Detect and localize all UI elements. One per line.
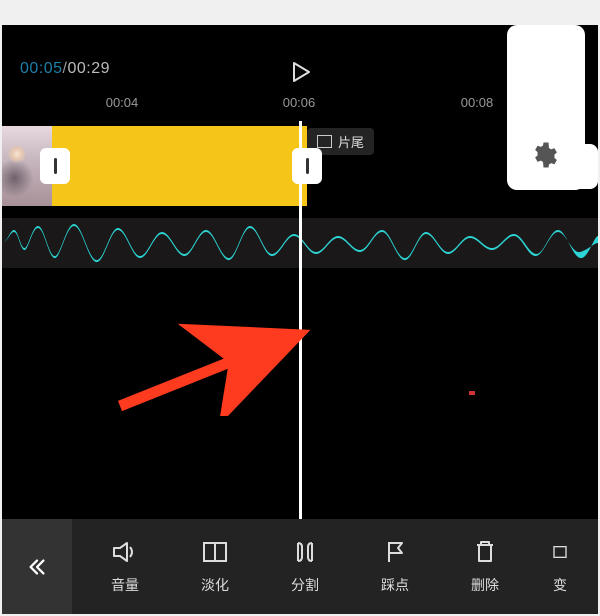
ending-label: 片尾 [338, 132, 364, 151]
flag-icon [380, 539, 410, 565]
play-icon [288, 60, 312, 84]
change-button[interactable]: 变 [545, 539, 575, 595]
time-display: 00:05/00:29 [20, 60, 110, 78]
playhead[interactable] [299, 121, 302, 519]
change-icon [545, 539, 575, 565]
split-icon [290, 539, 320, 565]
back-button[interactable] [2, 519, 72, 614]
chevron-left-double-icon [26, 556, 48, 578]
ruler-tick: 00:06 [283, 95, 316, 110]
marker-dot [469, 391, 475, 395]
total-time: 00:29 [68, 60, 111, 77]
tool-label: 淡化 [201, 575, 229, 595]
current-time: 00:05 [20, 60, 63, 77]
tool-label: 变 [553, 575, 567, 595]
video-editor: 00:05/00:29 00:04 00:06 00:08 片尾 + [2, 25, 598, 614]
clip-handle-left[interactable] [40, 148, 70, 184]
volume-icon [110, 539, 140, 565]
beat-button[interactable]: 踩点 [365, 539, 425, 595]
ruler-tick: 00:08 [461, 95, 494, 110]
bottom-toolbar: 音量 淡化 分割 踩点 [2, 519, 598, 614]
tool-items: 音量 淡化 分割 踩点 [72, 539, 598, 595]
tool-label: 删除 [471, 575, 499, 595]
settings-panel[interactable] [507, 25, 585, 190]
tool-label: 音量 [111, 575, 139, 595]
ruler-tick: 00:04 [106, 95, 139, 110]
delete-button[interactable]: 删除 [455, 539, 515, 595]
volume-button[interactable]: 音量 [95, 539, 155, 595]
play-button[interactable] [288, 60, 312, 84]
video-clip[interactable] [52, 126, 307, 206]
gear-icon [531, 140, 561, 170]
header: 00:05/00:29 [2, 25, 598, 90]
fade-button[interactable]: 淡化 [185, 539, 245, 595]
fade-icon [200, 539, 230, 565]
trash-icon [470, 539, 500, 565]
tool-label: 踩点 [381, 575, 409, 595]
split-button[interactable]: 分割 [275, 539, 335, 595]
clip-handle-right[interactable] [292, 148, 322, 184]
tool-label: 分割 [291, 575, 319, 595]
